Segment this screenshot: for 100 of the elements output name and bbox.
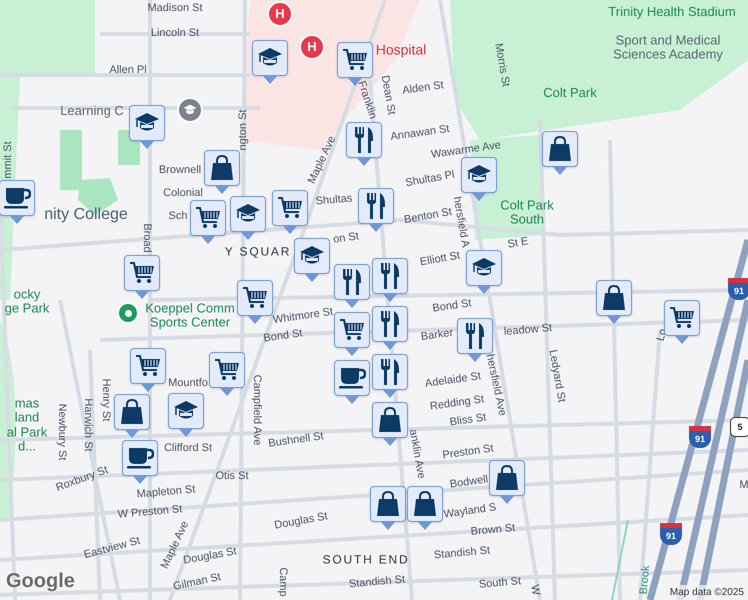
map-pin[interactable] [204,150,240,194]
street-label: Whitmore St [272,306,334,326]
map-label: Colt Park South [500,198,554,228]
street-label: W Preston St [117,503,183,521]
street-label: Wayland S [443,501,497,521]
map-pin[interactable] [466,250,502,294]
fork-knife-icon [379,310,401,338]
street-label: Morris St [492,42,512,88]
map-pin[interactable] [122,440,158,484]
street-label: Otis St [216,470,248,482]
shopping-bag-icon [376,491,400,517]
shopping-cart-icon [342,48,368,72]
street-label: Allen Pl [109,64,147,76]
shopping-bag-icon [413,491,437,517]
fork-knife-icon [379,358,401,386]
fork-knife-icon [353,126,375,154]
shopping-cart-icon [214,358,240,382]
map-pin[interactable] [272,190,308,234]
google-logo: Google [6,569,75,594]
map-pin[interactable] [407,486,443,530]
street-label: Campfield Ave [250,374,264,446]
school-marker[interactable] [177,97,203,123]
fork-knife-icon [341,268,363,296]
map-pin[interactable] [372,402,408,446]
fork-knife-icon [379,262,401,290]
shopping-bag-icon [210,155,234,181]
map-pin[interactable] [252,40,288,84]
street-label: South St [478,575,522,591]
map-pin[interactable] [489,460,525,504]
place-marker[interactable] [117,302,139,324]
street-label: Gilman St [172,571,222,593]
street-label: Madison St [147,2,203,14]
map-label: Learning C [60,104,124,118]
map-pin[interactable] [190,200,226,244]
map-pin[interactable] [0,180,35,224]
map-pin[interactable] [372,354,408,398]
street-label: Standish St [348,574,406,590]
map-pin[interactable] [168,393,204,437]
street-label: mmit St [2,141,14,179]
fork-knife-icon [365,192,387,220]
map-label: Colt Park [543,86,597,100]
shopping-cart-icon [129,261,155,285]
coffee-cup-icon [338,366,366,390]
map-pin[interactable] [334,360,370,404]
street-label: Colonial [163,186,203,200]
street-label: Adelaide St [424,370,482,390]
map-pin[interactable] [237,280,273,324]
street-label: Eastview St [82,534,142,562]
street-label: Clifford St [164,442,212,454]
shopping-cart-icon [242,286,268,310]
map-pin[interactable] [358,188,394,232]
street-label: Bushnell St [268,430,324,450]
shopping-bag-icon [495,465,519,491]
street-label: Henry St [100,378,112,422]
street-label: Douglas St [182,545,238,567]
street-label: Dean St [378,74,398,116]
map-pin[interactable] [664,300,700,344]
street-label: W [528,584,542,596]
street-label: on St [332,230,360,246]
map-pin[interactable] [372,258,408,302]
street-label: Barker [420,326,454,344]
street-label: Lincoln St [150,26,200,40]
map-pin[interactable] [542,131,578,175]
street-label: Ledyard St [546,348,568,404]
graduation-cap-icon [183,104,197,116]
map-pin[interactable] [130,348,166,392]
street-label: Bodwell [449,473,489,491]
map-pin[interactable] [124,255,160,299]
map-pin[interactable] [294,238,330,282]
shopping-cart-icon [669,306,695,330]
map-pin[interactable] [334,312,370,356]
map-pin[interactable] [372,306,408,350]
map-label: Sport and Medical Sciences Academy [613,34,723,62]
map-pin[interactable] [129,105,165,149]
map-pin[interactable] [230,196,266,240]
street-label: Shultas [315,192,353,208]
street-label: Franklin [355,80,379,120]
map-pin[interactable] [346,122,382,166]
map-label: Y SQUAR [224,245,292,259]
map-pin[interactable] [209,352,245,396]
map-pin[interactable] [370,486,406,530]
interstate-shield: 91 [728,278,748,300]
street-label: Brown St [470,522,516,538]
street-label: Preston St [442,442,494,462]
shopping-cart-icon [339,318,365,342]
street-label: Harwich St [82,398,94,452]
map-label: Brook [638,565,652,595]
street-label: Bond St [432,297,472,315]
map-pin[interactable] [114,394,150,438]
shopping-cart-icon [135,354,161,378]
street-label: Brownell [158,164,202,176]
map-pin[interactable] [596,280,632,324]
map-pin[interactable] [334,264,370,308]
street-label: Douglas St [273,510,329,532]
street-label: Benton St [403,206,453,226]
coffee-cup-icon [3,186,31,210]
street-label: Shultas Pl [404,168,456,190]
map-label: Hospital [376,42,426,58]
shopping-bag-icon [378,407,402,433]
street-label: Bliss St [449,411,487,429]
